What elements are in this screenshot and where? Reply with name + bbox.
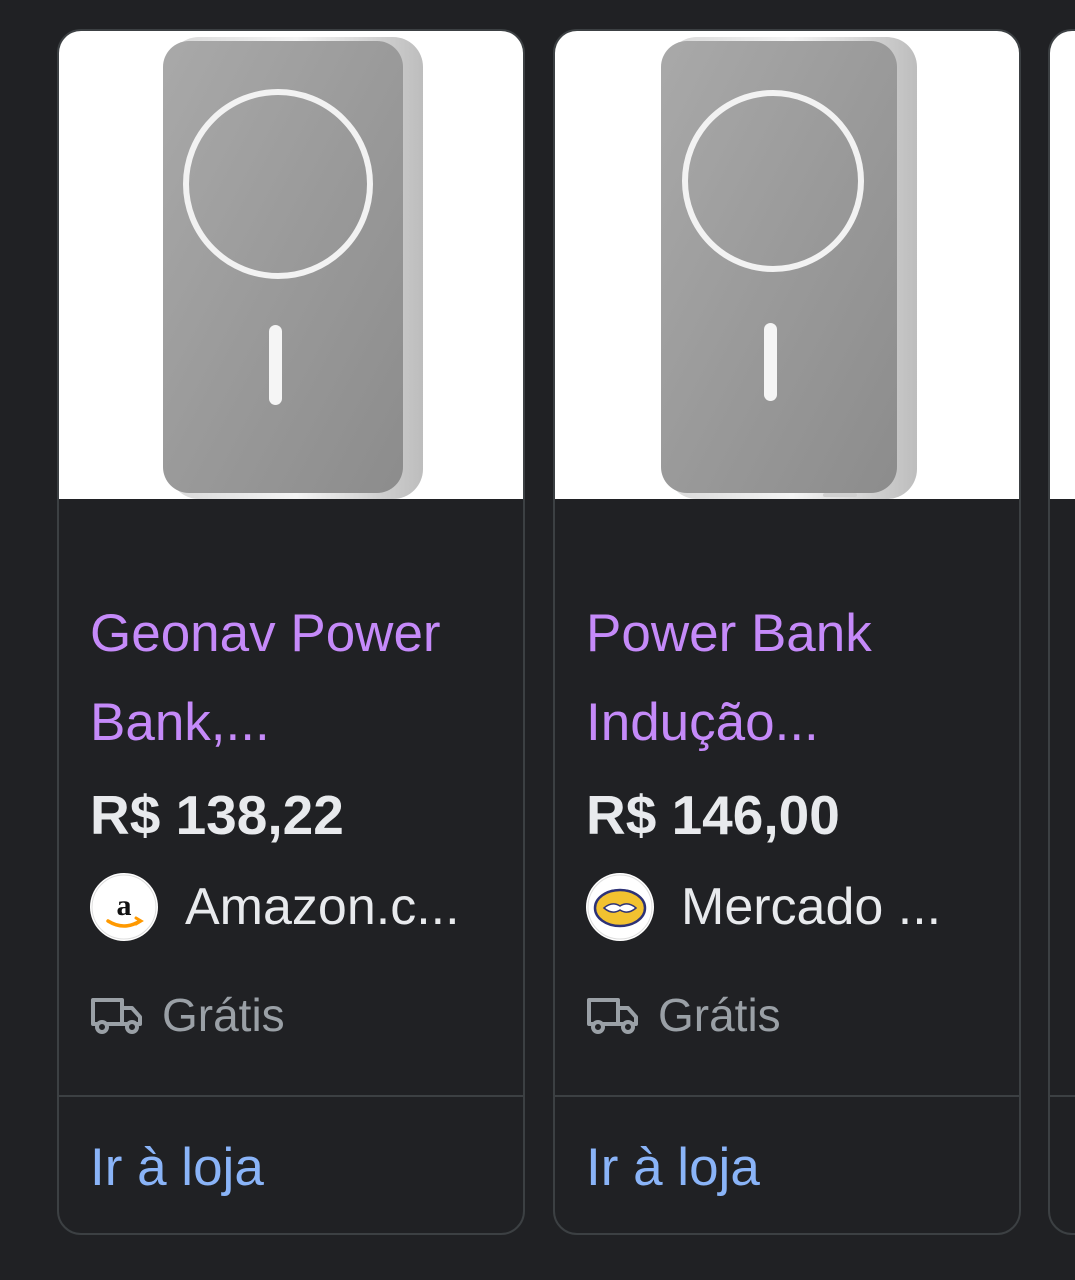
product-card-partial[interactable] — [1048, 29, 1075, 1235]
go-to-store-label: Ir à loja — [586, 1137, 760, 1197]
shipping-info: Grátis — [586, 983, 781, 1047]
go-to-store-button[interactable]: Ir à loja — [59, 1097, 523, 1233]
truck-icon — [587, 998, 638, 1034]
product-price: R$ 138,22 — [90, 784, 344, 846]
merchant-name: Mercado ... — [681, 878, 942, 936]
product-title-line: Geonav Power — [90, 604, 441, 663]
truck-icon — [91, 998, 142, 1034]
shipping-label: Grátis — [162, 989, 285, 1041]
shipping-info: Grátis — [90, 983, 285, 1047]
go-to-store-button[interactable]: Ir à loja — [555, 1097, 1019, 1233]
product-price: R$ 146,00 — [586, 784, 840, 846]
go-to-store-label: Ir à loja — [90, 1137, 264, 1197]
power-bank-image — [661, 37, 917, 499]
mercado-livre-logo-icon — [586, 873, 654, 941]
product-image[interactable] — [555, 31, 1019, 499]
card-divider — [1050, 1095, 1075, 1097]
product-title-link[interactable]: Power Bank Indução... — [586, 589, 996, 767]
product-card[interactable]: Power Bank Indução... R$ 146,00 Mercado … — [553, 29, 1021, 1235]
merchant-info: Mercado ... — [586, 867, 941, 947]
svg-text:a: a — [117, 889, 132, 922]
product-card[interactable]: Geonav Power Bank,... R$ 138,22 a Amazon… — [57, 29, 525, 1235]
merchant-name: Amazon.c... — [185, 878, 460, 936]
merchant-info: a Amazon.c... — [90, 867, 460, 947]
product-title-line: Bank,... — [90, 693, 270, 752]
shipping-label: Grátis — [658, 989, 781, 1041]
shopping-carousel: Geonav Power Bank,... R$ 138,22 a Amazon… — [0, 0, 1075, 1280]
amazon-logo-icon: a — [90, 873, 158, 941]
power-bank-image — [163, 37, 423, 499]
product-image[interactable] — [59, 31, 523, 499]
product-title-line: Power Bank — [586, 604, 872, 663]
product-title-link[interactable]: Geonav Power Bank,... — [90, 589, 500, 767]
product-title-line: Indução... — [586, 693, 819, 752]
product-image[interactable] — [1050, 31, 1075, 499]
